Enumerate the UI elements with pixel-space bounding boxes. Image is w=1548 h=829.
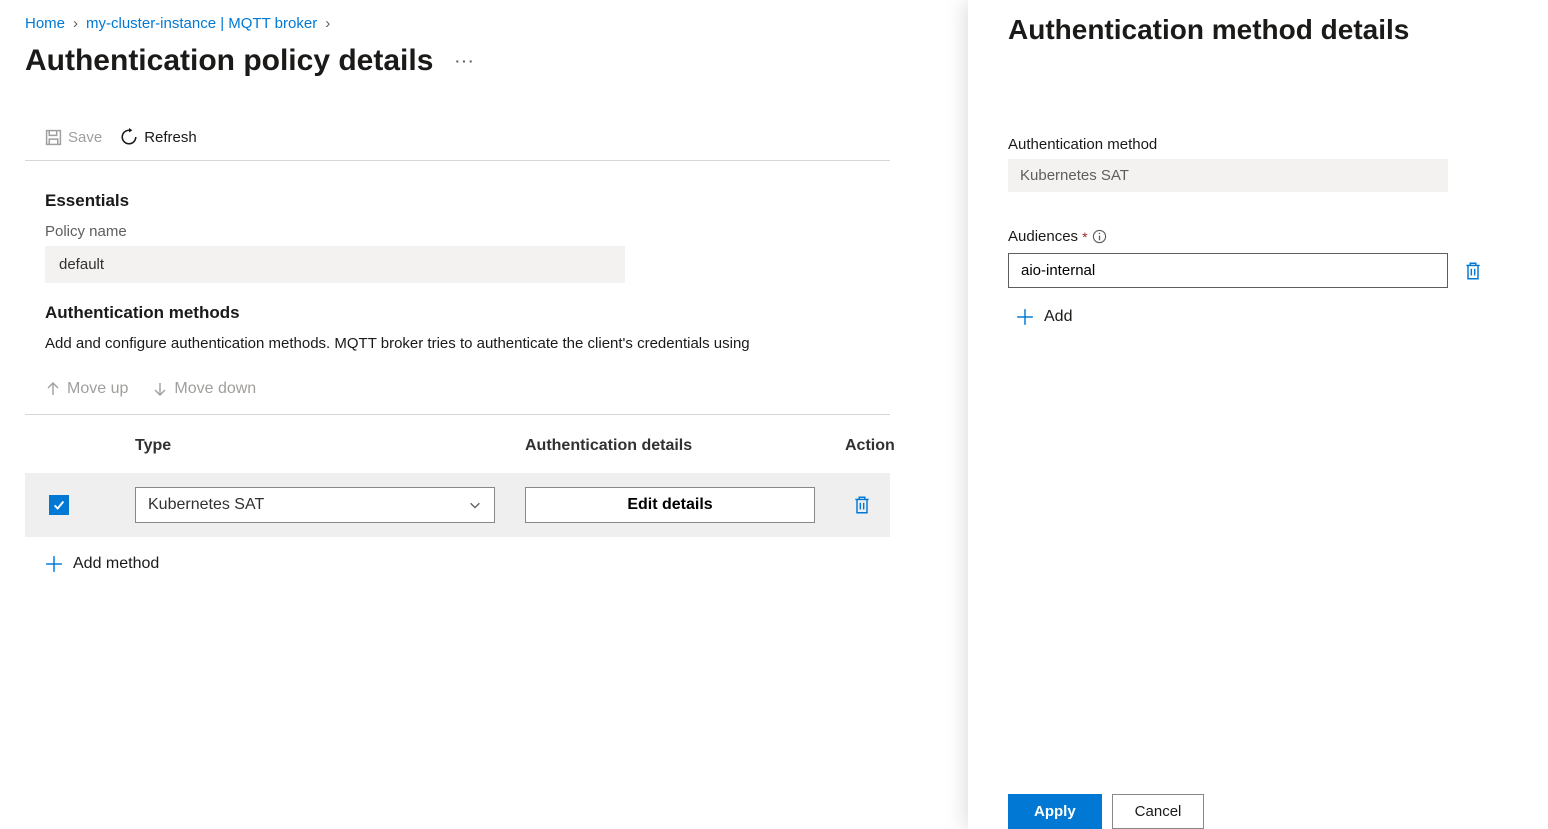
crumb-cluster[interactable]: my-cluster-instance | MQTT broker (86, 15, 317, 32)
apply-button[interactable]: Apply (1008, 794, 1102, 829)
plus-icon (45, 555, 63, 573)
crumb-home[interactable]: Home (25, 15, 65, 32)
toolbar: Save Refresh (25, 128, 890, 161)
move-down-label: Move down (174, 380, 256, 398)
method-input (1008, 159, 1448, 192)
col-action: Action (845, 437, 935, 455)
save-label: Save (68, 129, 102, 146)
table-row: Kubernetes SAT Edit details (25, 473, 890, 537)
trash-icon[interactable] (1464, 261, 1482, 281)
move-up-label: Move up (67, 380, 128, 398)
audiences-label: Audiences (1008, 228, 1078, 245)
save-icon (45, 129, 62, 146)
save-button[interactable]: Save (45, 129, 102, 146)
auth-methods-heading: Authentication methods (25, 303, 890, 323)
refresh-button[interactable]: Refresh (120, 128, 197, 146)
info-icon[interactable] (1092, 229, 1107, 244)
move-down-button[interactable]: Move down (152, 380, 256, 398)
ellipsis-icon[interactable]: ··· (455, 53, 475, 69)
trash-icon[interactable] (853, 495, 871, 515)
row-checkbox[interactable] (49, 495, 69, 515)
breadcrumb: Home › my-cluster-instance | MQTT broker… (25, 15, 890, 32)
type-value: Kubernetes SAT (148, 496, 264, 514)
details-panel: Authentication method details Authentica… (968, 0, 1548, 829)
chevron-right-icon: › (73, 15, 78, 32)
type-dropdown[interactable]: Kubernetes SAT (135, 487, 495, 523)
arrow-up-icon (45, 381, 61, 397)
edit-details-button[interactable]: Edit details (525, 487, 815, 523)
panel-title: Authentication method details (1008, 14, 1508, 46)
policy-name-input (45, 246, 625, 283)
policy-name-label: Policy name (25, 223, 890, 240)
auth-methods-description: Add and configure authentication methods… (25, 335, 890, 352)
add-method-button[interactable]: Add method (25, 537, 890, 591)
col-type: Type (135, 437, 525, 455)
method-label: Authentication method (1008, 136, 1508, 153)
essentials-heading: Essentials (25, 191, 890, 211)
col-details: Authentication details (525, 437, 845, 455)
chevron-down-icon (468, 498, 482, 512)
add-method-label: Add method (73, 555, 159, 573)
cancel-button[interactable]: Cancel (1112, 794, 1205, 829)
add-label: Add (1044, 308, 1072, 326)
add-audience-button[interactable]: Add (1008, 308, 1508, 326)
table-header: Type Authentication details Action (25, 415, 890, 473)
chevron-right-icon: › (325, 15, 330, 32)
refresh-label: Refresh (144, 129, 197, 146)
arrow-down-icon (152, 381, 168, 397)
refresh-icon (120, 128, 138, 146)
page-title: Authentication policy details (25, 44, 433, 78)
required-indicator: * (1082, 229, 1087, 245)
audience-input[interactable] (1008, 253, 1448, 288)
plus-icon (1016, 308, 1034, 326)
move-up-button[interactable]: Move up (45, 380, 128, 398)
